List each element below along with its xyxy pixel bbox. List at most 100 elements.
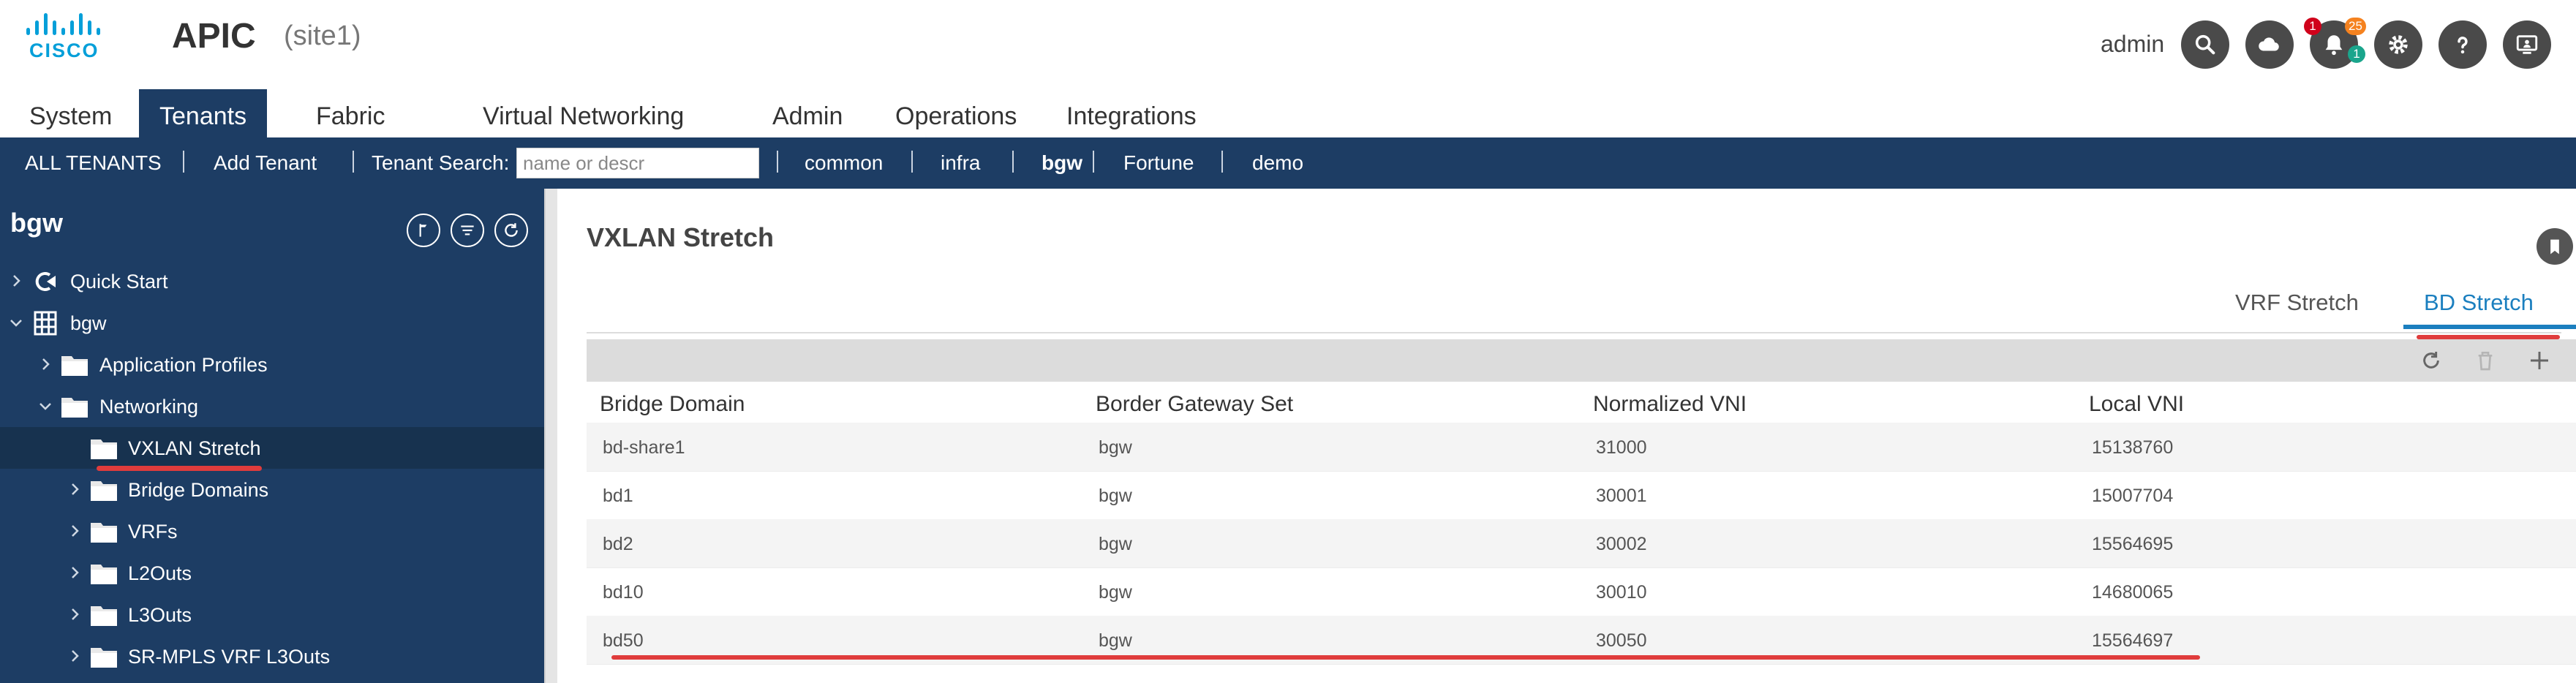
tree-item-label: L2Outs [128, 562, 192, 584]
folder-icon [91, 481, 117, 501]
tenant-link-common[interactable]: common [805, 151, 883, 175]
cell-local-vni: 15564695 [2092, 534, 2174, 554]
chevron-right-icon[interactable] [37, 355, 54, 373]
monitor-icon[interactable] [2503, 20, 2551, 69]
annotation-underline [611, 655, 2200, 660]
tab-bd-stretch[interactable]: BD Stretch [2424, 290, 2534, 316]
help-icon[interactable] [2438, 20, 2487, 69]
folder-icon [91, 648, 117, 668]
main-nav: System Tenants Fabric Virtual Networking… [0, 89, 2576, 137]
refresh-icon[interactable] [2419, 349, 2443, 372]
tree-item-sr-mpls-vrf-l3outs[interactable]: SR-MPLS VRF L3Outs [0, 635, 544, 677]
tenant-link-bgw[interactable]: bgw [1042, 151, 1082, 175]
folder-icon [91, 565, 117, 584]
cisco-logo-bars-icon [23, 12, 111, 35]
add-tenant-link[interactable]: Add Tenant [214, 151, 317, 175]
cloud-icon[interactable] [2245, 20, 2294, 69]
tab-virtual-networking[interactable]: Virtual Networking [483, 89, 684, 137]
table-row[interactable]: bd10 bgw 30010 14680065 [587, 567, 2576, 616]
tree-refresh-icon[interactable] [494, 214, 528, 247]
cell-border-gateway-set: bgw [1099, 582, 1132, 603]
column-header-border-gateway-set[interactable]: Border Gateway Set [1096, 392, 1293, 417]
tenant-link-fortune[interactable]: Fortune [1123, 151, 1194, 175]
tab-operations[interactable]: Operations [895, 89, 1017, 137]
cell-border-gateway-set: bgw [1099, 534, 1132, 554]
chevron-right-icon[interactable] [66, 480, 83, 498]
tab-fabric[interactable]: Fabric [316, 89, 385, 137]
chevron-down-icon[interactable] [7, 314, 25, 331]
delete-icon[interactable] [2474, 349, 2497, 372]
cell-border-gateway-set: bgw [1099, 486, 1132, 506]
notification-badge-teal: 1 [2348, 45, 2365, 63]
column-header-normalized-vni[interactable]: Normalized VNI [1593, 392, 1747, 417]
cell-bridge-domain: bd10 [603, 582, 644, 603]
tree-item-application-profiles[interactable]: Application Profiles [0, 344, 544, 385]
chevron-right-icon[interactable] [66, 605, 83, 623]
tree-item-label: SR-MPLS VRF L3Outs [128, 646, 331, 668]
tree-item-label: Bridge Domains [128, 479, 269, 501]
tree-collapse-icon[interactable] [407, 214, 440, 247]
chevron-right-icon[interactable] [7, 272, 25, 290]
search-icon[interactable] [2181, 20, 2229, 69]
work-pane: VXLAN Stretch VRF Stretch BD Stretch Bri… [557, 189, 2576, 683]
cell-border-gateway-set: bgw [1099, 437, 1132, 458]
cell-normalized-vni: 30001 [1596, 486, 1647, 506]
app-header: CISCO APIC (site1) admin 1 25 1 [0, 0, 2576, 89]
tree-item-vxlan-stretch[interactable]: VXLAN Stretch [0, 427, 544, 469]
add-icon[interactable] [2528, 349, 2551, 372]
tenant-bar: ALL TENANTS Add Tenant Tenant Search: co… [0, 137, 2576, 189]
tab-system[interactable]: System [29, 89, 112, 137]
chevron-right-icon[interactable] [66, 647, 83, 665]
tree-item-l2outs[interactable]: L2Outs [0, 552, 544, 594]
divider [1221, 151, 1223, 173]
tab-tenants[interactable]: Tenants [139, 89, 268, 137]
cell-bridge-domain: bd2 [603, 534, 633, 554]
subtab-divider [587, 332, 2561, 333]
cell-border-gateway-set: bgw [1099, 630, 1132, 651]
cell-bridge-domain: bd-share1 [603, 437, 685, 458]
folder-icon [91, 439, 117, 459]
chevron-right-icon[interactable] [66, 522, 83, 540]
notification-badge-red: 1 [2304, 18, 2321, 35]
chevron-right-icon[interactable] [66, 564, 83, 581]
divider [1093, 151, 1094, 173]
tab-vrf-stretch[interactable]: VRF Stretch [2235, 290, 2359, 316]
divider [183, 151, 184, 173]
tree-item-l3outs[interactable]: L3Outs [0, 594, 544, 635]
cell-normalized-vni: 30010 [1596, 582, 1647, 603]
table-row[interactable]: bd1 bgw 30001 15007704 [587, 471, 2576, 520]
table-row[interactable]: bd2 bgw 30002 15564695 [587, 519, 2576, 568]
pane-resize-handle[interactable] [544, 189, 557, 683]
navigation-sidebar: bgw Quick Start bgw Application Profiles… [0, 189, 544, 683]
column-header-bridge-domain[interactable]: Bridge Domain [600, 392, 745, 417]
cell-local-vni: 15564697 [2092, 630, 2174, 651]
user-menu[interactable]: admin [2101, 31, 2164, 58]
tenant-link-infra[interactable]: infra [941, 151, 980, 175]
folder-icon [91, 523, 117, 543]
tenant-search-input[interactable] [516, 148, 759, 178]
tree-item-quick-start[interactable]: Quick Start [0, 260, 544, 302]
gear-icon[interactable] [2374, 20, 2422, 69]
cell-normalized-vni: 30002 [1596, 534, 1647, 554]
tree-item-networking[interactable]: Networking [0, 385, 544, 427]
page-title: VXLAN Stretch [587, 222, 775, 252]
tab-integrations[interactable]: Integrations [1066, 89, 1197, 137]
tree-item-vrfs[interactable]: VRFs [0, 510, 544, 552]
tree-filter-icon[interactable] [451, 214, 484, 247]
tree-item-label: bgw [70, 312, 107, 334]
tenant-link-demo[interactable]: demo [1252, 151, 1303, 175]
all-tenants-link[interactable]: ALL TENANTS [25, 151, 162, 175]
column-header-local-vni[interactable]: Local VNI [2089, 392, 2184, 417]
quickstart-icon [35, 272, 56, 291]
table-row[interactable]: bd-share1 bgw 31000 15138760 [587, 423, 2576, 472]
cell-local-vni: 15138760 [2092, 437, 2174, 458]
bookmark-icon[interactable] [2537, 228, 2573, 265]
chevron-down-icon[interactable] [37, 397, 54, 415]
tree-item-bridge-domains[interactable]: Bridge Domains [0, 469, 544, 510]
tenant-search-label: Tenant Search: [372, 151, 510, 174]
tree-item-bgw[interactable]: bgw [0, 302, 544, 344]
tab-admin[interactable]: Admin [772, 89, 843, 137]
cell-normalized-vni: 31000 [1596, 437, 1647, 458]
folder-icon [61, 398, 88, 418]
divider [353, 151, 354, 173]
